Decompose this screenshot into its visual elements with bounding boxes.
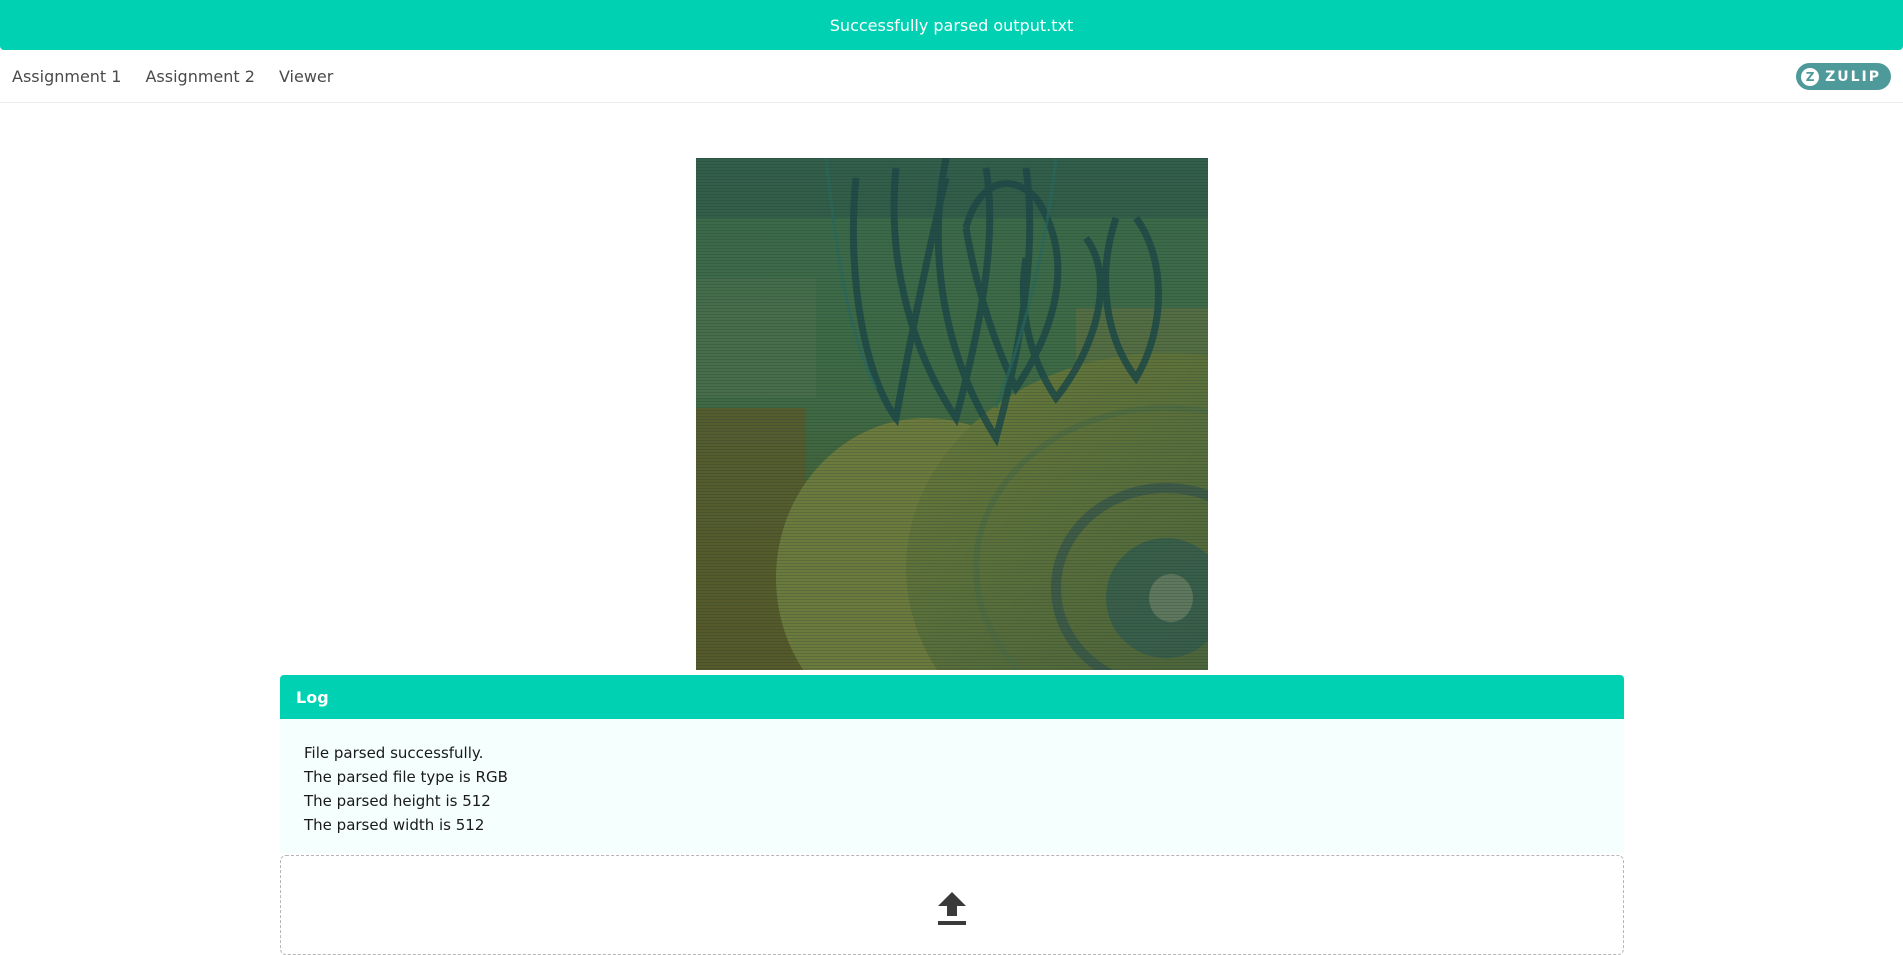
upload-icon	[938, 892, 966, 925]
rendered-image	[696, 158, 1208, 670]
log-line: The parsed file type is RGB	[304, 768, 508, 786]
log-panel: Log File parsed successfully. The parsed…	[280, 675, 1624, 853]
log-line: File parsed successfully.	[304, 744, 484, 762]
log-body: File parsed successfully. The parsed fil…	[280, 719, 1624, 853]
notification-bar: Successfully parsed output.txt	[0, 0, 1903, 50]
nav-item-viewer[interactable]: Viewer	[267, 50, 345, 102]
nav-item-assignment-2[interactable]: Assignment 2	[133, 50, 266, 102]
zulip-icon: Z	[1801, 67, 1820, 86]
zulip-label: ZULIP	[1825, 68, 1881, 85]
log-heading: Log	[280, 675, 1624, 719]
file-upload-dropzone[interactable]	[280, 855, 1624, 955]
nav-item-assignment-1[interactable]: Assignment 1	[0, 50, 133, 102]
notification-message: Successfully parsed output.txt	[829, 15, 1074, 35]
navbar: Assignment 1 Assignment 2 Viewer Z ZULIP	[0, 50, 1903, 103]
log-line: The parsed width is 512	[304, 816, 485, 834]
rendered-image-graphic	[696, 158, 1208, 670]
zulip-badge[interactable]: Z ZULIP	[1796, 63, 1891, 90]
log-line: The parsed height is 512	[304, 792, 491, 810]
